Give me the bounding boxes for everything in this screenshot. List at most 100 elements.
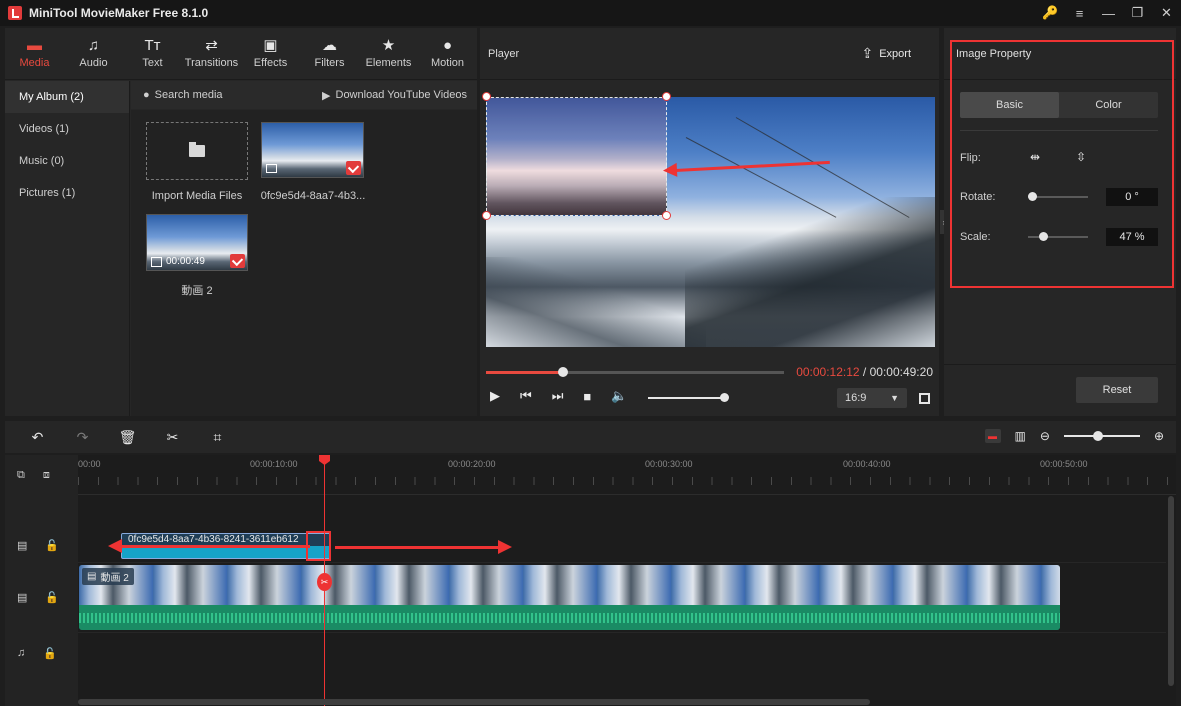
library-tabs: ▬ Media ♫ Audio Tт Text ⇄ Transitions ▣ Effec… (5, 28, 477, 80)
reset-button[interactable]: Reset (1076, 377, 1158, 403)
volume-slider[interactable] (648, 393, 729, 402)
sidebar-item-pictures[interactable]: Pictures (1) (5, 177, 129, 209)
fullscreen-icon[interactable] (919, 393, 930, 404)
zoom-out-icon[interactable]: ⊖ (1040, 429, 1050, 443)
rotate-value[interactable]: 0 ° (1106, 188, 1158, 206)
scissors-icon[interactable]: ✂ (317, 573, 332, 591)
current-time: 00:00:12:12 (796, 365, 860, 379)
seek-knob[interactable] (558, 367, 569, 377)
timeline-zoom: ▬ ▥ ⊖ ⊕ (984, 429, 1164, 443)
export-button[interactable]: ⇪ Export (861, 45, 911, 62)
snap-icon[interactable]: ▬ (984, 429, 1001, 443)
import-media-button[interactable] (146, 122, 248, 180)
time-ruler[interactable]: 00:00 00:00:10:00 00:00:20:00 00:00:30:0… (78, 455, 1176, 495)
tab-color[interactable]: Color (1059, 92, 1158, 118)
duration-badge: 00:00:49 (151, 256, 205, 267)
property-panel: Image Property Basic Color Flip: ⇹ ⇳ Rot… (944, 28, 1176, 416)
maximize-icon[interactable]: ❐ (1123, 5, 1152, 21)
stop-icon[interactable]: ■ (583, 389, 591, 404)
play-icon[interactable]: ▶ (490, 388, 500, 404)
motion-icon: ● (442, 37, 453, 54)
media-item-image[interactable] (261, 122, 364, 178)
film-icon: ▤ (87, 571, 97, 582)
volume-icon[interactable]: 🔈 (611, 388, 627, 404)
tab-transitions[interactable]: ⇄ Transitions (182, 28, 241, 79)
minimize-icon[interactable]: — (1094, 6, 1123, 21)
overlay-clip-name: 0fc9e5d4-8aa7-4b36-8241-3611eb612 (128, 534, 299, 545)
split-icon[interactable]: ✂ (150, 429, 195, 446)
search-media[interactable]: ● Search media (143, 89, 223, 101)
sidebar-item-music[interactable]: Music (0) (5, 145, 129, 177)
key-icon[interactable]: 🔑 (1036, 5, 1065, 21)
download-icon: ▶ (322, 89, 331, 102)
annotation-arrow (335, 540, 512, 554)
player-title: Player (488, 47, 520, 60)
image-icon (266, 164, 277, 173)
video-clip[interactable]: ▤ 動画 2 (79, 565, 1060, 630)
music-icon: ♫ (87, 37, 100, 54)
download-youtube-button[interactable]: ▶ Download YouTube Videos (322, 89, 467, 102)
resize-handle[interactable] (662, 211, 671, 220)
delete-icon[interactable]: 🗑 (105, 429, 150, 446)
media-toolbar: ● Search media ▶ Download YouTube Videos (131, 81, 477, 109)
resize-handle[interactable] (482, 211, 491, 220)
tab-audio[interactable]: ♫ Audio (64, 28, 123, 79)
scale-knob[interactable] (1038, 232, 1048, 241)
tab-filters[interactable]: ☁ Filters (300, 28, 359, 79)
previous-frame-icon[interactable]: ⏮ (520, 388, 532, 404)
property-tabs: Basic Color (960, 92, 1158, 118)
tab-text[interactable]: Tт Text (123, 28, 182, 79)
add-track-icon[interactable]: ⧉ (17, 469, 25, 482)
tab-media[interactable]: ▬ Media (5, 28, 64, 79)
volume-knob[interactable] (720, 393, 729, 402)
preview-trees (486, 257, 706, 347)
resize-handle[interactable] (662, 92, 671, 101)
zoom-slider[interactable] (1063, 431, 1140, 441)
flip-vertical-icon[interactable]: ⇳ (1070, 147, 1092, 167)
vertical-scrollbar[interactable] (1168, 496, 1174, 686)
sidebar-item-videos[interactable]: Videos (1) (5, 113, 129, 145)
ruler-marks (78, 477, 1176, 485)
redo-icon[interactable]: ↷ (60, 429, 105, 446)
media-item-video[interactable]: 00:00:49 (146, 214, 248, 271)
resize-handle[interactable] (482, 92, 491, 101)
fit-timeline-icon[interactable]: ▥ (1015, 429, 1026, 443)
zoom-in-icon[interactable]: ⊕ (1154, 429, 1164, 443)
crop-icon[interactable]: ⌗ (195, 429, 240, 446)
sidebar-item-my-album[interactable]: My Album (2) (5, 81, 129, 113)
lock-icon[interactable]: 🔓 (45, 591, 59, 604)
video-preview[interactable] (486, 97, 935, 347)
scale-slider[interactable] (1028, 232, 1088, 241)
folder-icon (189, 142, 205, 157)
zoom-knob[interactable] (1093, 431, 1104, 441)
rotate-slider[interactable] (1028, 192, 1088, 201)
lock-icon[interactable]: 🔓 (45, 539, 59, 552)
film-icon (151, 256, 162, 267)
added-check-icon (230, 254, 245, 268)
scale-value[interactable]: 47 % (1106, 228, 1158, 246)
remove-track-icon[interactable]: ⧈ (43, 469, 50, 482)
ruler-tick: 00:00:50:00 (1040, 459, 1088, 469)
horizontal-scrollbar[interactable] (78, 699, 870, 705)
ruler-tick: 00:00 (78, 459, 101, 469)
ruler-tick: 00:00:20:00 (448, 459, 496, 469)
tab-basic[interactable]: Basic (960, 92, 1059, 118)
flip-horizontal-icon[interactable]: ⇹ (1024, 147, 1046, 167)
ruler-tick: 00:00:40:00 (843, 459, 891, 469)
menu-icon[interactable]: ≡ (1065, 6, 1094, 21)
tab-label: Motion (430, 57, 465, 69)
rotate-knob[interactable] (1028, 192, 1037, 201)
seek-bar[interactable] (486, 367, 784, 377)
tab-effects[interactable]: ▣ Effects (241, 28, 300, 79)
seek-progress (486, 371, 564, 374)
app-logo-icon (8, 6, 22, 20)
tab-motion[interactable]: ● Motion (418, 28, 477, 79)
aspect-ratio-select[interactable]: 16:9 ▼ (837, 388, 907, 408)
next-frame-icon[interactable]: ⏭ (552, 388, 564, 404)
track-headers: ⧉ ⧈ ▤ 🔓 ▤ 🔓 ♫ 🔓 (5, 455, 78, 706)
undo-icon[interactable]: ↶ (15, 429, 60, 446)
overlay-image-layer[interactable] (486, 97, 667, 216)
close-icon[interactable]: ✕ (1152, 5, 1181, 21)
lock-icon[interactable]: 🔓 (43, 647, 57, 660)
tab-elements[interactable]: ★ Elements (359, 28, 418, 79)
